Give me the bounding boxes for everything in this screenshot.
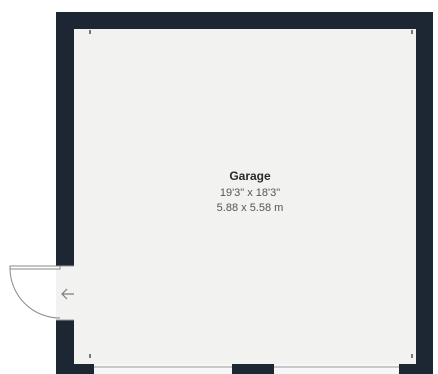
- garage-door-left: [94, 364, 232, 374]
- door-opening: [56, 266, 74, 320]
- room-dimensions-imperial: 19'3" x 18'3": [219, 187, 281, 199]
- room-name: Garage: [229, 169, 271, 183]
- door-swing: [9, 265, 61, 319]
- garage-door-right: [274, 364, 399, 374]
- room-dimensions-metric: 5.88 x 5.58 m: [216, 202, 284, 214]
